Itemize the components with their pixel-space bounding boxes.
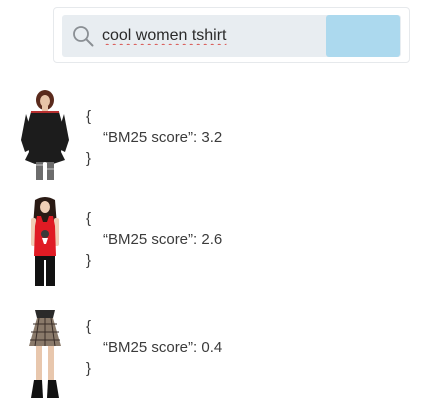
result-item[interactable]: { “BM25 score”: 3.2 } [0,90,427,190]
search-results-page: { “BM25 score”: 3.2 } { “BM25 scor [0,0,427,413]
bm25-score-line: “BM25 score”: 2.6 [103,231,223,248]
search-icon [73,26,94,47]
json-close-brace: } [86,360,92,377]
bm25-score-line: “BM25 score”: 3.2 [103,129,223,146]
product-image-black-top[interactable] [17,90,73,182]
product-image-plaid-skirt[interactable] [17,310,73,402]
search-bar [53,7,410,63]
product-image-red-tank[interactable] [17,196,73,288]
result-json: { “BM25 score”: 0.4 } [86,316,222,379]
search-input[interactable] [102,24,322,48]
json-open-brace: { [86,318,92,335]
json-close-brace: } [86,150,92,167]
result-item[interactable]: { “BM25 score”: 2.6 } [0,196,427,296]
search-box [62,15,401,57]
json-close-brace: } [86,252,92,269]
json-open-brace: { [86,108,92,125]
result-json: { “BM25 score”: 2.6 } [86,208,222,271]
result-json: { “BM25 score”: 3.2 } [86,106,222,169]
result-item[interactable]: { “BM25 score”: 0.4 } [0,308,427,408]
search-button[interactable] [326,15,400,57]
json-open-brace: { [86,210,92,227]
bm25-score-line: “BM25 score”: 0.4 [103,339,223,356]
